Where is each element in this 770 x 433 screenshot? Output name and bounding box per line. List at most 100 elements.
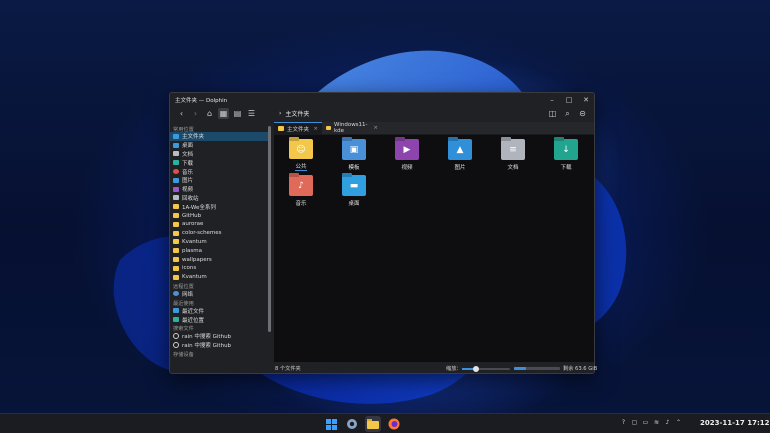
sidebar-item-label: wallpapers [182,256,212,263]
tray-display-icon[interactable]: ▭ [642,419,649,427]
search-icon [173,342,179,349]
recent-files-icon [173,308,179,314]
sidebar-item-label: aurorae [182,221,204,228]
sidebar-item[interactable]: rain 中搜索 Github [170,341,270,350]
split-view-button[interactable]: ◫ [547,108,558,119]
sidebar-item-label: 桌面 [182,143,194,150]
sidebar-item[interactable]: 音乐 [170,167,270,176]
file-manager-app-button[interactable] [365,416,381,432]
sidebar-item[interactable]: 视频 [170,185,270,194]
sidebar-scrollbar[interactable] [268,126,271,332]
window-title: 主文件夹 — Dolphin [175,97,228,104]
sidebar-item[interactable]: 最近文件 [170,306,270,315]
file-item[interactable]: ▲ 图片 [434,135,486,171]
folder-icon [326,125,331,131]
sidebar-item-label: 1A-We全系列 [182,204,216,211]
sidebar-item[interactable]: plasma [170,246,270,255]
file-item-label: 模板 [348,165,360,171]
back-button[interactable]: ‹ [176,108,187,119]
menu-button[interactable]: ⊝ [577,108,588,119]
folder-icon [173,204,179,210]
file-item-label: 文档 [507,165,519,171]
tray-network-icon[interactable]: ≋ [653,419,660,427]
file-view[interactable]: ☺ 公共 ▣ 模板 ▶ 视频 ▲ 图片 ≡ 文档 ↓ 下载 ♪ 音乐 ▬ 桌面 [274,135,594,362]
file-item[interactable]: ▶ 视频 [381,135,433,171]
folder-emblem-icon: ♪ [298,180,304,191]
start-menu-button[interactable] [323,416,339,432]
folder-emblem-icon: ≡ [509,144,517,155]
sidebar-item[interactable]: Kvantum [170,238,270,247]
close-button[interactable]: ✕ [582,96,590,104]
folder-emblem-icon: ▬ [349,180,359,191]
folder-icon: ▶ [395,139,419,160]
firefox-app-button[interactable] [386,416,402,432]
sidebar-item-label: 文档 [182,151,194,158]
file-item[interactable]: ▣ 模板 [328,135,380,171]
sidebar-item[interactable]: 主文件夹 [170,132,270,141]
firefox-icon [388,418,400,430]
sidebar-section-title: 最近使用 [173,300,194,307]
settings-app-button[interactable] [344,416,360,432]
desktop-folder-icon [173,142,179,148]
sidebar-item[interactable]: aurorae [170,220,270,229]
minimize-button[interactable]: – [548,96,556,104]
compact-view-button[interactable]: ▤ [232,108,243,119]
documents-folder-icon [173,151,179,157]
sidebar-item[interactable]: 桌面 [170,141,270,150]
sidebar-item[interactable]: color-schemes [170,229,270,238]
sidebar-item-label: 音乐 [182,169,194,176]
tab-bar: 主文件夹 × Windows11-kde × [274,122,594,134]
sidebar-item[interactable]: rain 中搜索 Github [170,332,270,341]
tray-clipboard-icon[interactable]: ▢ [631,419,638,427]
free-space-fill [514,367,526,370]
zoom-slider[interactable] [462,365,510,372]
icons-view-button[interactable]: ▦ [218,108,229,119]
breadcrumb-current[interactable]: 主文件夹 [285,109,309,118]
file-item[interactable]: ≡ 文档 [487,135,539,171]
sidebar-item[interactable]: 回收站 [170,194,270,203]
file-item[interactable]: ▬ 桌面 [328,171,380,207]
folder-icon: ▣ [342,139,366,160]
maximize-button[interactable]: □ [565,96,573,104]
zoom-slider-handle[interactable] [473,365,480,372]
tab-0[interactable]: 主文件夹 × [274,122,322,134]
sidebar-item[interactable]: GitHub [170,211,270,220]
breadcrumb[interactable]: › 主文件夹 [279,109,309,118]
folder-icon [173,230,179,236]
sidebar-item-label: rain 中搜索 Github [182,343,232,350]
tray-help-icon[interactable]: ? [620,419,627,427]
recent-locations-icon [173,317,179,323]
file-item[interactable]: ↓ 下载 [540,135,592,171]
sidebar-item[interactable]: 最近位置 [170,315,270,324]
file-item-label: 音乐 [295,201,307,207]
tab-close-icon[interactable]: × [313,126,318,132]
sidebar-item-label: 最近位置 [182,317,205,324]
sidebar-item-label: 下载 [182,160,194,167]
tab-close-icon[interactable]: × [373,125,378,131]
sidebar-item[interactable]: 网络 [170,290,270,299]
clock[interactable]: 2023-11-17 17:12 [700,419,770,427]
tab-1[interactable]: Windows11-kde × [322,122,382,134]
sidebar-item[interactable]: 1A-We全系列 [170,202,270,211]
sidebar-item[interactable]: icons [170,264,270,273]
forward-button[interactable]: › [190,108,201,119]
sidebar-item[interactable]: 图片 [170,176,270,185]
sidebar-item[interactable]: 下载 [170,158,270,167]
title-bar[interactable]: 主文件夹 — Dolphin – □ ✕ [170,93,594,106]
sidebar-item[interactable]: wallpapers [170,255,270,264]
search-icon [173,333,179,340]
folder-icon [173,239,179,245]
tray-volume-icon[interactable]: ♪ [664,419,671,427]
system-tray: ? ▢ ▭ ≋ ♪ ⌃ [620,419,682,427]
home-button[interactable]: ⌂ [204,108,215,119]
sidebar-item[interactable]: 文档 [170,150,270,159]
details-view-button[interactable]: ☰ [246,108,257,119]
sidebar-item[interactable]: Kvantum [170,273,270,282]
tray-expand-icon[interactable]: ⌃ [675,419,682,427]
file-item[interactable]: ♪ 音乐 [275,171,327,207]
sidebar-section-title: 存储设备 [173,352,194,359]
folder-emblem-icon: ▲ [456,144,464,155]
file-item[interactable]: ☺ 公共 [275,135,327,171]
search-button[interactable]: ⌕ [562,108,573,119]
sidebar-item-label: rain 中搜索 Github [182,334,232,341]
